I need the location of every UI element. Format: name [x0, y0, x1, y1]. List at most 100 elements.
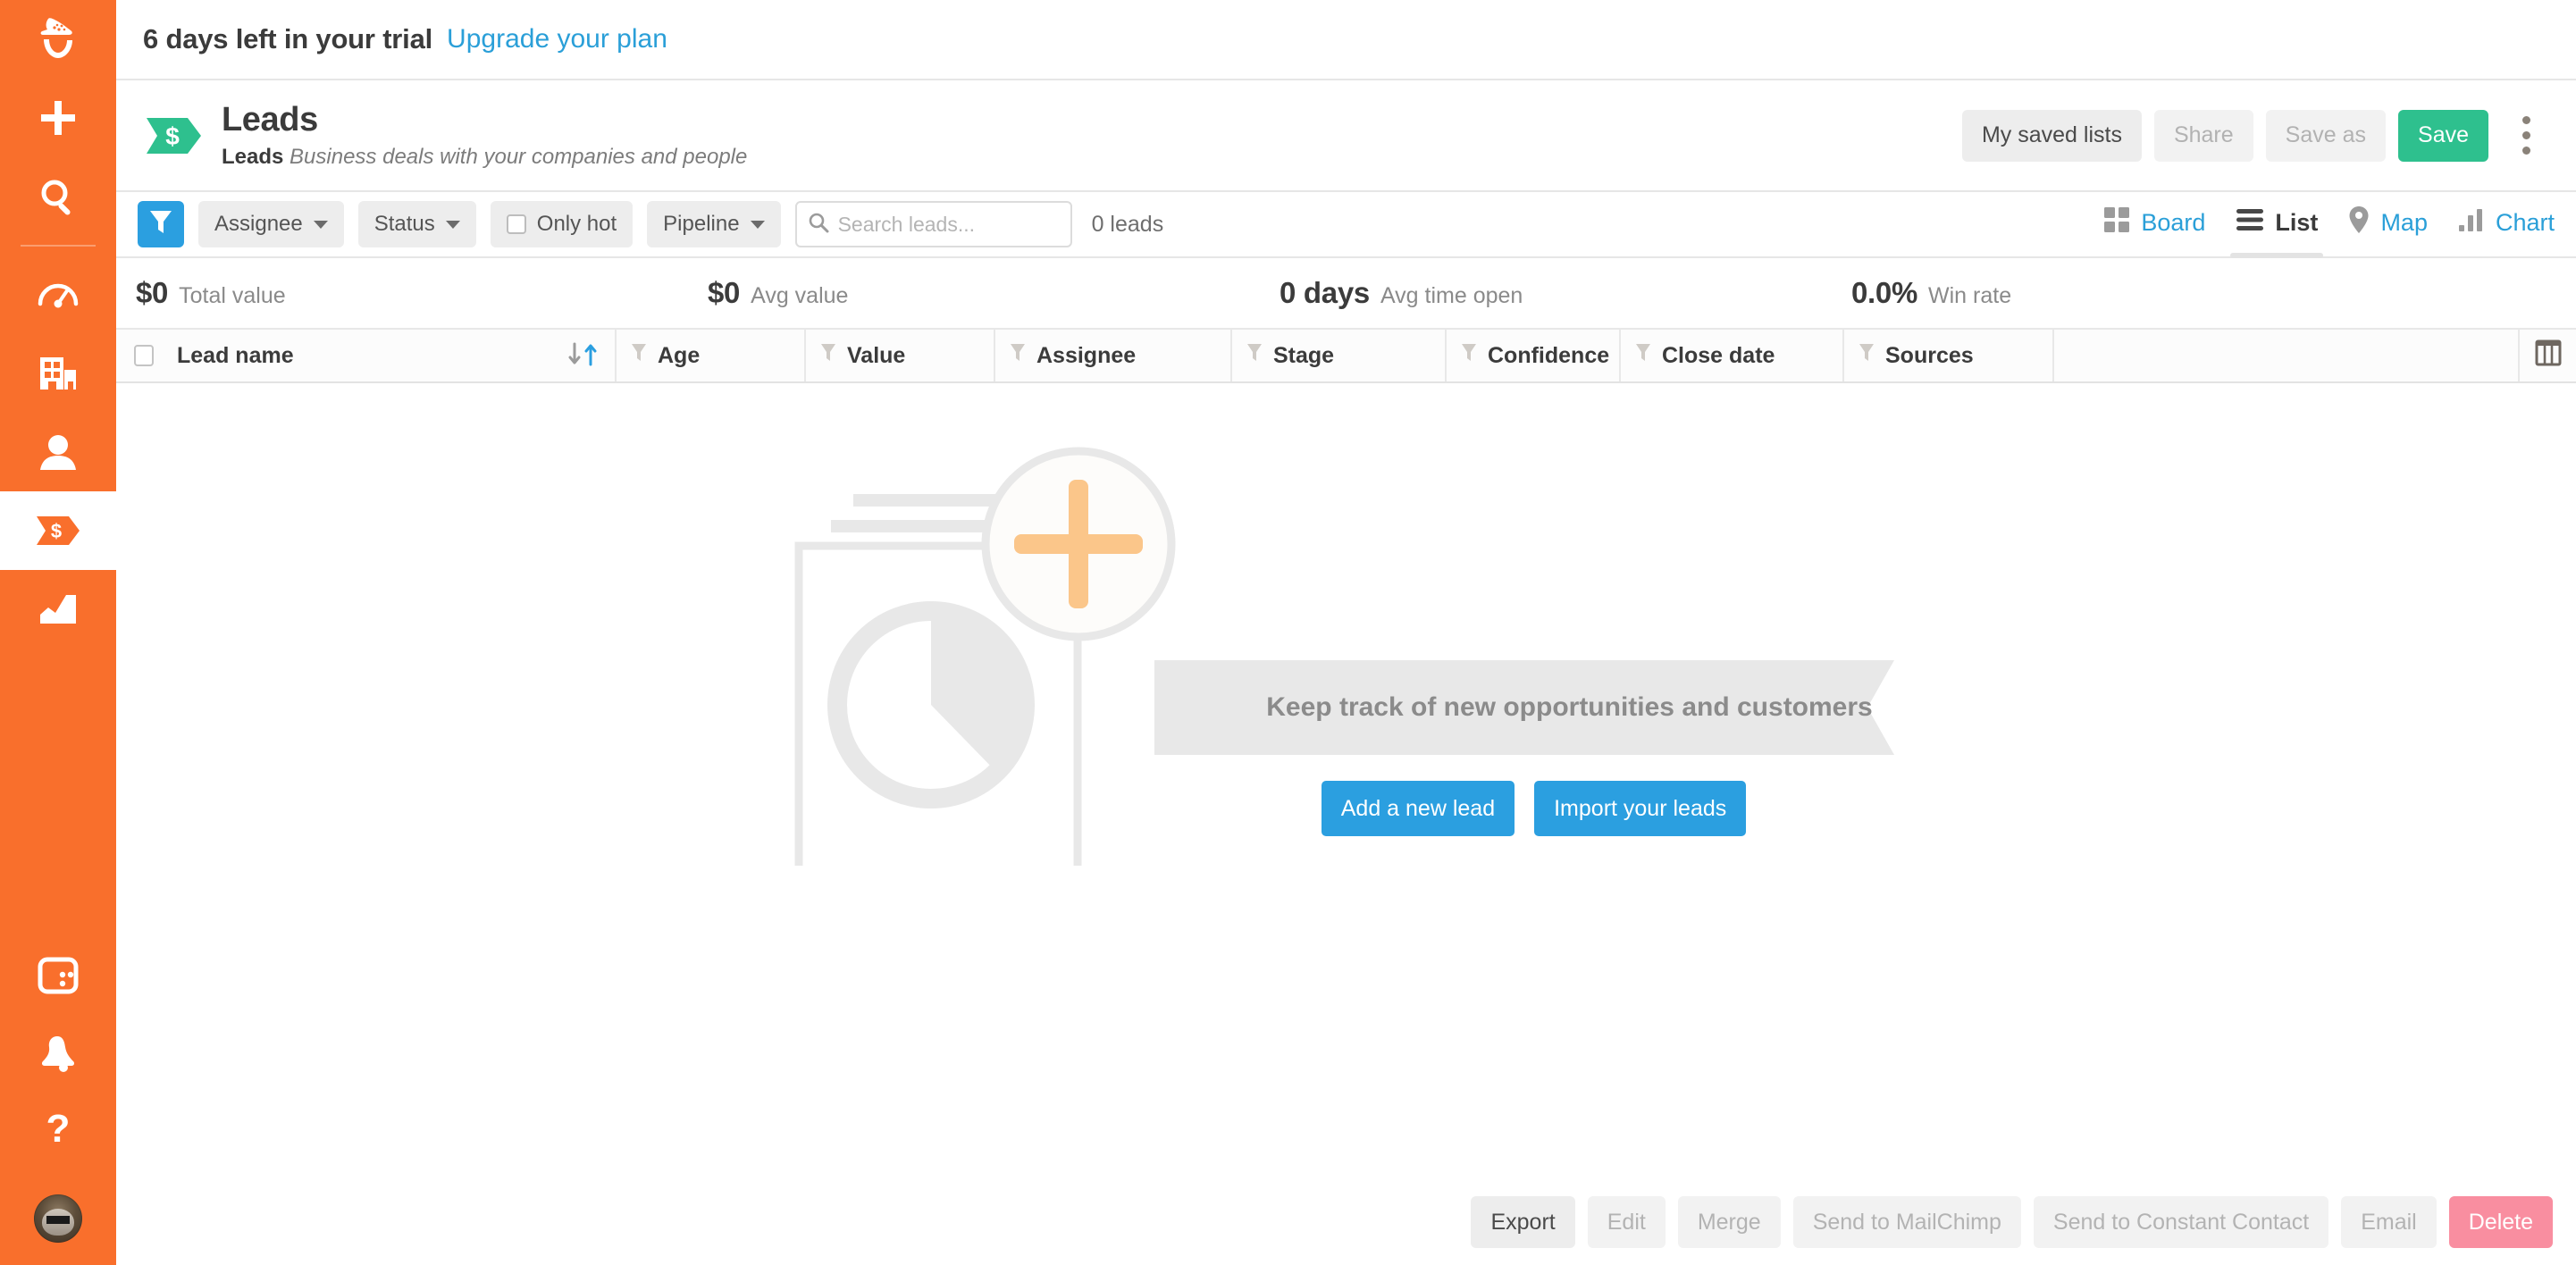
- column-header-age[interactable]: Age: [617, 330, 806, 381]
- grid-icon: [2103, 206, 2130, 239]
- page-subtitle-italic: Business deals with your companies and p…: [289, 144, 748, 169]
- edit-button[interactable]: Edit: [1587, 1196, 1666, 1248]
- area-chart-icon: [38, 591, 79, 627]
- stats-row: $0 Total value $0 Avg value 0 days Avg t…: [116, 258, 2576, 328]
- sidebar-item-search[interactable]: [0, 157, 116, 236]
- status-filter-label: Status: [373, 212, 435, 236]
- search-icon: [808, 212, 829, 238]
- sort-toggle-icon[interactable]: [566, 342, 600, 369]
- plus-icon: [38, 97, 79, 138]
- bar-chart-icon: [2458, 207, 2485, 239]
- question-mark-icon: ?: [43, 1112, 73, 1153]
- view-tab-board[interactable]: Board: [2103, 206, 2205, 243]
- stat-total-value: $0 Total value: [136, 276, 708, 310]
- save-button[interactable]: Save: [2398, 109, 2488, 162]
- sidebar-item-help[interactable]: ?: [0, 1093, 116, 1172]
- column-chooser-button[interactable]: [2520, 330, 2576, 381]
- bell-icon: [38, 1034, 79, 1075]
- table-header-row: Lead name Age Value Assignee Stage Confi…: [116, 328, 2576, 383]
- sidebar-item-companies[interactable]: [0, 334, 116, 413]
- search-icon: [38, 177, 78, 216]
- column-header-close-date[interactable]: Close date: [1621, 330, 1844, 381]
- stat-win-rate-label: Win rate: [1928, 283, 2012, 308]
- leads-count: 0 leads: [1091, 211, 1164, 237]
- column-header-assignee-label: Assignee: [1036, 342, 1137, 368]
- sidebar-item-reports[interactable]: [0, 570, 116, 649]
- column-header-confidence-label: Confidence: [1488, 342, 1610, 368]
- stat-avg-time-open-label: Avg time open: [1380, 283, 1523, 308]
- filter-funnel-icon[interactable]: [820, 342, 836, 370]
- column-header-sources-label: Sources: [1885, 342, 1974, 368]
- column-header-confidence[interactable]: Confidence: [1447, 330, 1621, 381]
- import-your-leads-button[interactable]: Import your leads: [1534, 781, 1747, 836]
- share-button[interactable]: Share: [2153, 109, 2253, 162]
- column-header-lead-name[interactable]: Lead name: [116, 330, 617, 381]
- view-tab-chart[interactable]: Chart: [2458, 207, 2555, 242]
- search-leads-box[interactable]: [794, 201, 1072, 247]
- export-button[interactable]: Export: [1471, 1196, 1575, 1248]
- view-tab-chart-label: Chart: [2495, 208, 2555, 236]
- filter-funnel-icon[interactable]: [1461, 342, 1477, 370]
- send-to-constant-contact-button[interactable]: Send to Constant Contact: [2033, 1196, 2329, 1248]
- sidebar-item-add[interactable]: [0, 79, 116, 157]
- column-header-value[interactable]: Value: [806, 330, 995, 381]
- sidebar-item-account-avatar[interactable]: [0, 1172, 116, 1265]
- pipeline-filter-dropdown[interactable]: Pipeline: [647, 201, 781, 247]
- filter-funnel-icon[interactable]: [1859, 342, 1875, 370]
- leads-flag-icon: $: [35, 515, 81, 547]
- filter-toggle-button[interactable]: [138, 201, 184, 247]
- upgrade-plan-link[interactable]: Upgrade your plan: [447, 24, 667, 54]
- only-hot-checkbox[interactable]: Only hot: [490, 201, 634, 247]
- search-input[interactable]: [837, 212, 1060, 237]
- sidebar-item-dashboard[interactable]: [0, 256, 116, 334]
- apps-icon: [38, 956, 79, 995]
- empty-state-illustration: Keep track of new opportunities and cust…: [770, 437, 1923, 866]
- svg-text:$: $: [51, 520, 62, 542]
- sidebar: $ ?: [0, 0, 116, 1265]
- merge-button[interactable]: Merge: [1677, 1196, 1781, 1248]
- add-a-new-lead-button[interactable]: Add a new lead: [1321, 781, 1515, 836]
- trial-message: 6 days left in your trial: [143, 23, 433, 54]
- empty-state-ribbon-text: Keep track of new opportunities and cust…: [1266, 692, 1873, 722]
- filter-funnel-icon[interactable]: [1246, 342, 1263, 370]
- view-tab-map[interactable]: Map: [2348, 205, 2428, 244]
- filter-funnel-icon[interactable]: [1010, 342, 1026, 370]
- stat-avg-value: $0 Avg value: [708, 276, 1280, 310]
- status-filter-dropdown[interactable]: Status: [357, 201, 476, 247]
- sidebar-item-apps[interactable]: [0, 936, 116, 1015]
- sidebar-item-leads[interactable]: $: [0, 491, 116, 570]
- sidebar-item-logo-acorn[interactable]: [0, 0, 116, 79]
- stat-avg-time-open: 0 days Avg time open: [1280, 276, 1851, 310]
- column-header-stage[interactable]: Stage: [1232, 330, 1447, 381]
- stat-total-value-number: $0: [136, 276, 169, 309]
- filter-funnel-icon: [149, 209, 172, 240]
- kebab-menu-icon[interactable]: [2501, 110, 2551, 162]
- column-header-lead-name-label: Lead name: [177, 342, 294, 368]
- stat-avg-value-number: $0: [708, 276, 741, 309]
- main-column: 6 days left in your trial Upgrade your p…: [116, 0, 2576, 1265]
- app-root: $ ? 6 days left in your trial Upgrade yo…: [0, 0, 2576, 1265]
- sidebar-item-notifications[interactable]: [0, 1015, 116, 1093]
- select-all-checkbox[interactable]: [134, 345, 154, 366]
- save-as-button[interactable]: Save as: [2265, 109, 2387, 162]
- pipeline-filter-label: Pipeline: [663, 212, 740, 236]
- view-tab-list[interactable]: List: [2230, 207, 2324, 258]
- filter-funnel-icon[interactable]: [631, 342, 647, 370]
- stat-avg-time-open-number: 0 days: [1280, 276, 1370, 309]
- stat-total-value-label: Total value: [179, 283, 286, 308]
- empty-state-cta-row: Add a new lead Import your leads: [1199, 781, 1869, 836]
- my-saved-lists-button[interactable]: My saved lists: [1961, 109, 2142, 162]
- acorn-logo-icon: [37, 16, 80, 63]
- assignee-filter-dropdown[interactable]: Assignee: [198, 201, 344, 247]
- column-header-sources[interactable]: Sources: [1844, 330, 2054, 381]
- sidebar-item-people[interactable]: [0, 413, 116, 491]
- assignee-filter-label: Assignee: [214, 212, 303, 236]
- delete-button[interactable]: Delete: [2448, 1196, 2553, 1248]
- column-header-assignee[interactable]: Assignee: [995, 330, 1232, 381]
- only-hot-label: Only hot: [536, 212, 617, 236]
- send-to-mailchimp-button[interactable]: Send to MailChimp: [1792, 1196, 2021, 1248]
- filter-funnel-icon[interactable]: [1635, 342, 1651, 370]
- column-header-stage-label: Stage: [1273, 342, 1335, 368]
- email-button[interactable]: Email: [2341, 1196, 2437, 1248]
